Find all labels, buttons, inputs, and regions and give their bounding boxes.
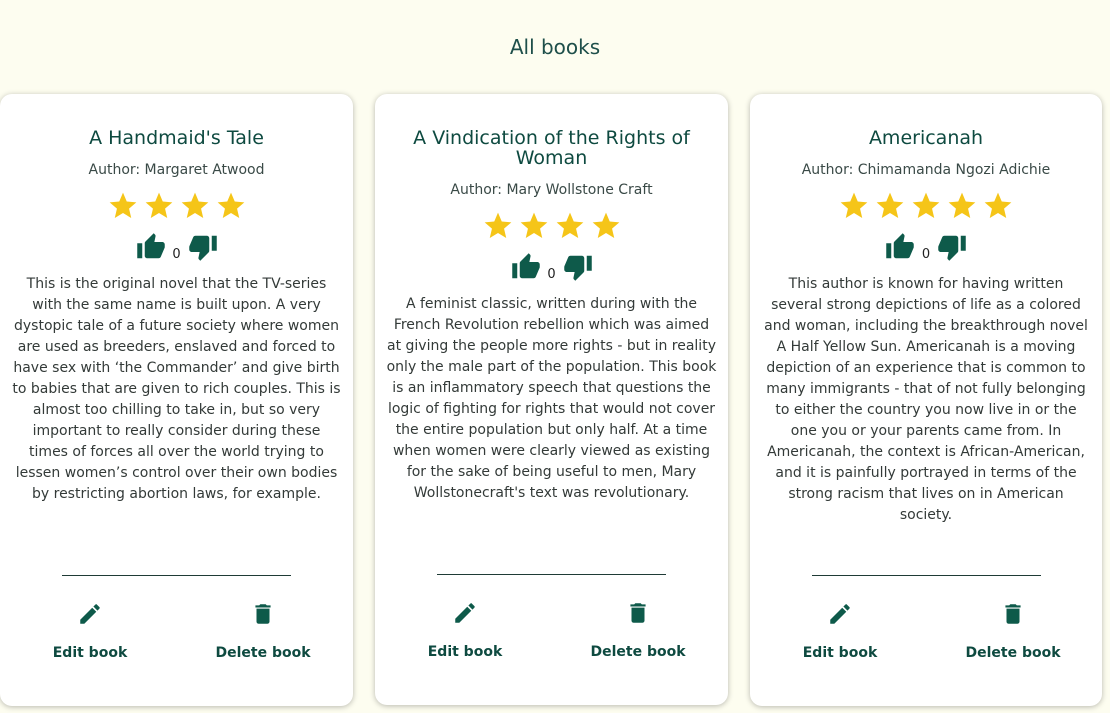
vote-count: 0 bbox=[921, 246, 931, 262]
book-card: A Handmaid's Tale Author: Margaret Atwoo… bbox=[0, 94, 353, 706]
star-icon bbox=[217, 192, 244, 218]
edit-book-button[interactable]: Edit book bbox=[395, 600, 535, 660]
trash-icon bbox=[630, 603, 646, 623]
page-title: All books bbox=[509, 35, 601, 59]
delete-book-label: Delete book bbox=[215, 645, 311, 661]
edit-book-label: Edit book bbox=[52, 645, 128, 661]
edit-book-label: Edit book bbox=[802, 645, 878, 661]
thumbs-down-icon[interactable] bbox=[188, 232, 218, 262]
pencil-icon bbox=[830, 604, 850, 624]
thumbs-down-icon[interactable] bbox=[563, 252, 593, 282]
book-card: Americanah Author: Chimamanda Ngozi Adic… bbox=[750, 94, 1102, 706]
delete-book-button[interactable]: Delete book bbox=[568, 600, 708, 660]
book-author: Author: Margaret Atwood bbox=[88, 162, 265, 178]
star-icon bbox=[948, 192, 976, 218]
trash-icon bbox=[255, 604, 271, 624]
star-icon bbox=[520, 212, 547, 238]
book-card: A Vindication of the Rights of Woman Aut… bbox=[375, 94, 728, 705]
star-icon bbox=[109, 192, 136, 218]
star-icon bbox=[912, 192, 940, 218]
book-author: Author: Chimamanda Ngozi Adichie bbox=[801, 162, 1051, 178]
thumbs-up-icon[interactable] bbox=[511, 252, 541, 282]
trash-icon bbox=[1005, 604, 1021, 624]
star-icon bbox=[592, 212, 619, 238]
vote-count: 0 bbox=[547, 266, 556, 282]
vote-count: 0 bbox=[172, 246, 181, 262]
delete-book-label: Delete book bbox=[590, 644, 686, 660]
delete-book-button[interactable]: Delete book bbox=[193, 601, 333, 661]
vote-controls: 0 bbox=[750, 230, 1102, 264]
pencil-icon bbox=[455, 603, 475, 623]
edit-book-button[interactable]: Edit book bbox=[770, 601, 910, 661]
thumbs-up-icon[interactable] bbox=[885, 232, 915, 262]
star-icon bbox=[984, 192, 1012, 218]
thumbs-down-icon[interactable] bbox=[937, 232, 967, 262]
star-icon bbox=[556, 212, 583, 238]
edit-book-button[interactable]: Edit book bbox=[20, 601, 160, 661]
divider bbox=[62, 575, 291, 576]
vote-controls: 0 bbox=[375, 250, 728, 284]
thumbs-up-icon[interactable] bbox=[136, 232, 166, 262]
rating-stars bbox=[0, 190, 353, 226]
book-description: This is the original novel that the TV-s… bbox=[12, 276, 341, 502]
star-icon bbox=[876, 192, 904, 218]
star-icon bbox=[840, 192, 868, 218]
book-title: Americanah bbox=[868, 127, 984, 149]
delete-book-button[interactable]: Delete book bbox=[943, 601, 1083, 661]
edit-book-label: Edit book bbox=[427, 644, 503, 660]
rating-stars bbox=[375, 210, 728, 246]
rating-stars bbox=[750, 190, 1102, 226]
divider bbox=[812, 575, 1041, 576]
book-description: A feminist classic, written during with … bbox=[386, 296, 717, 501]
divider bbox=[437, 574, 666, 575]
vote-controls: 0 bbox=[0, 230, 353, 264]
book-author: Author: Mary Wollstone Craft bbox=[450, 182, 653, 198]
book-title: A Handmaid's Tale bbox=[89, 127, 264, 149]
star-icon bbox=[484, 212, 511, 238]
delete-book-label: Delete book bbox=[965, 645, 1061, 661]
star-icon bbox=[181, 192, 208, 218]
book-description: This author is known for having written … bbox=[764, 276, 1088, 523]
star-icon bbox=[145, 192, 172, 218]
pencil-icon bbox=[80, 604, 100, 624]
book-title: A Vindication of the Rights of Woman bbox=[413, 127, 690, 169]
